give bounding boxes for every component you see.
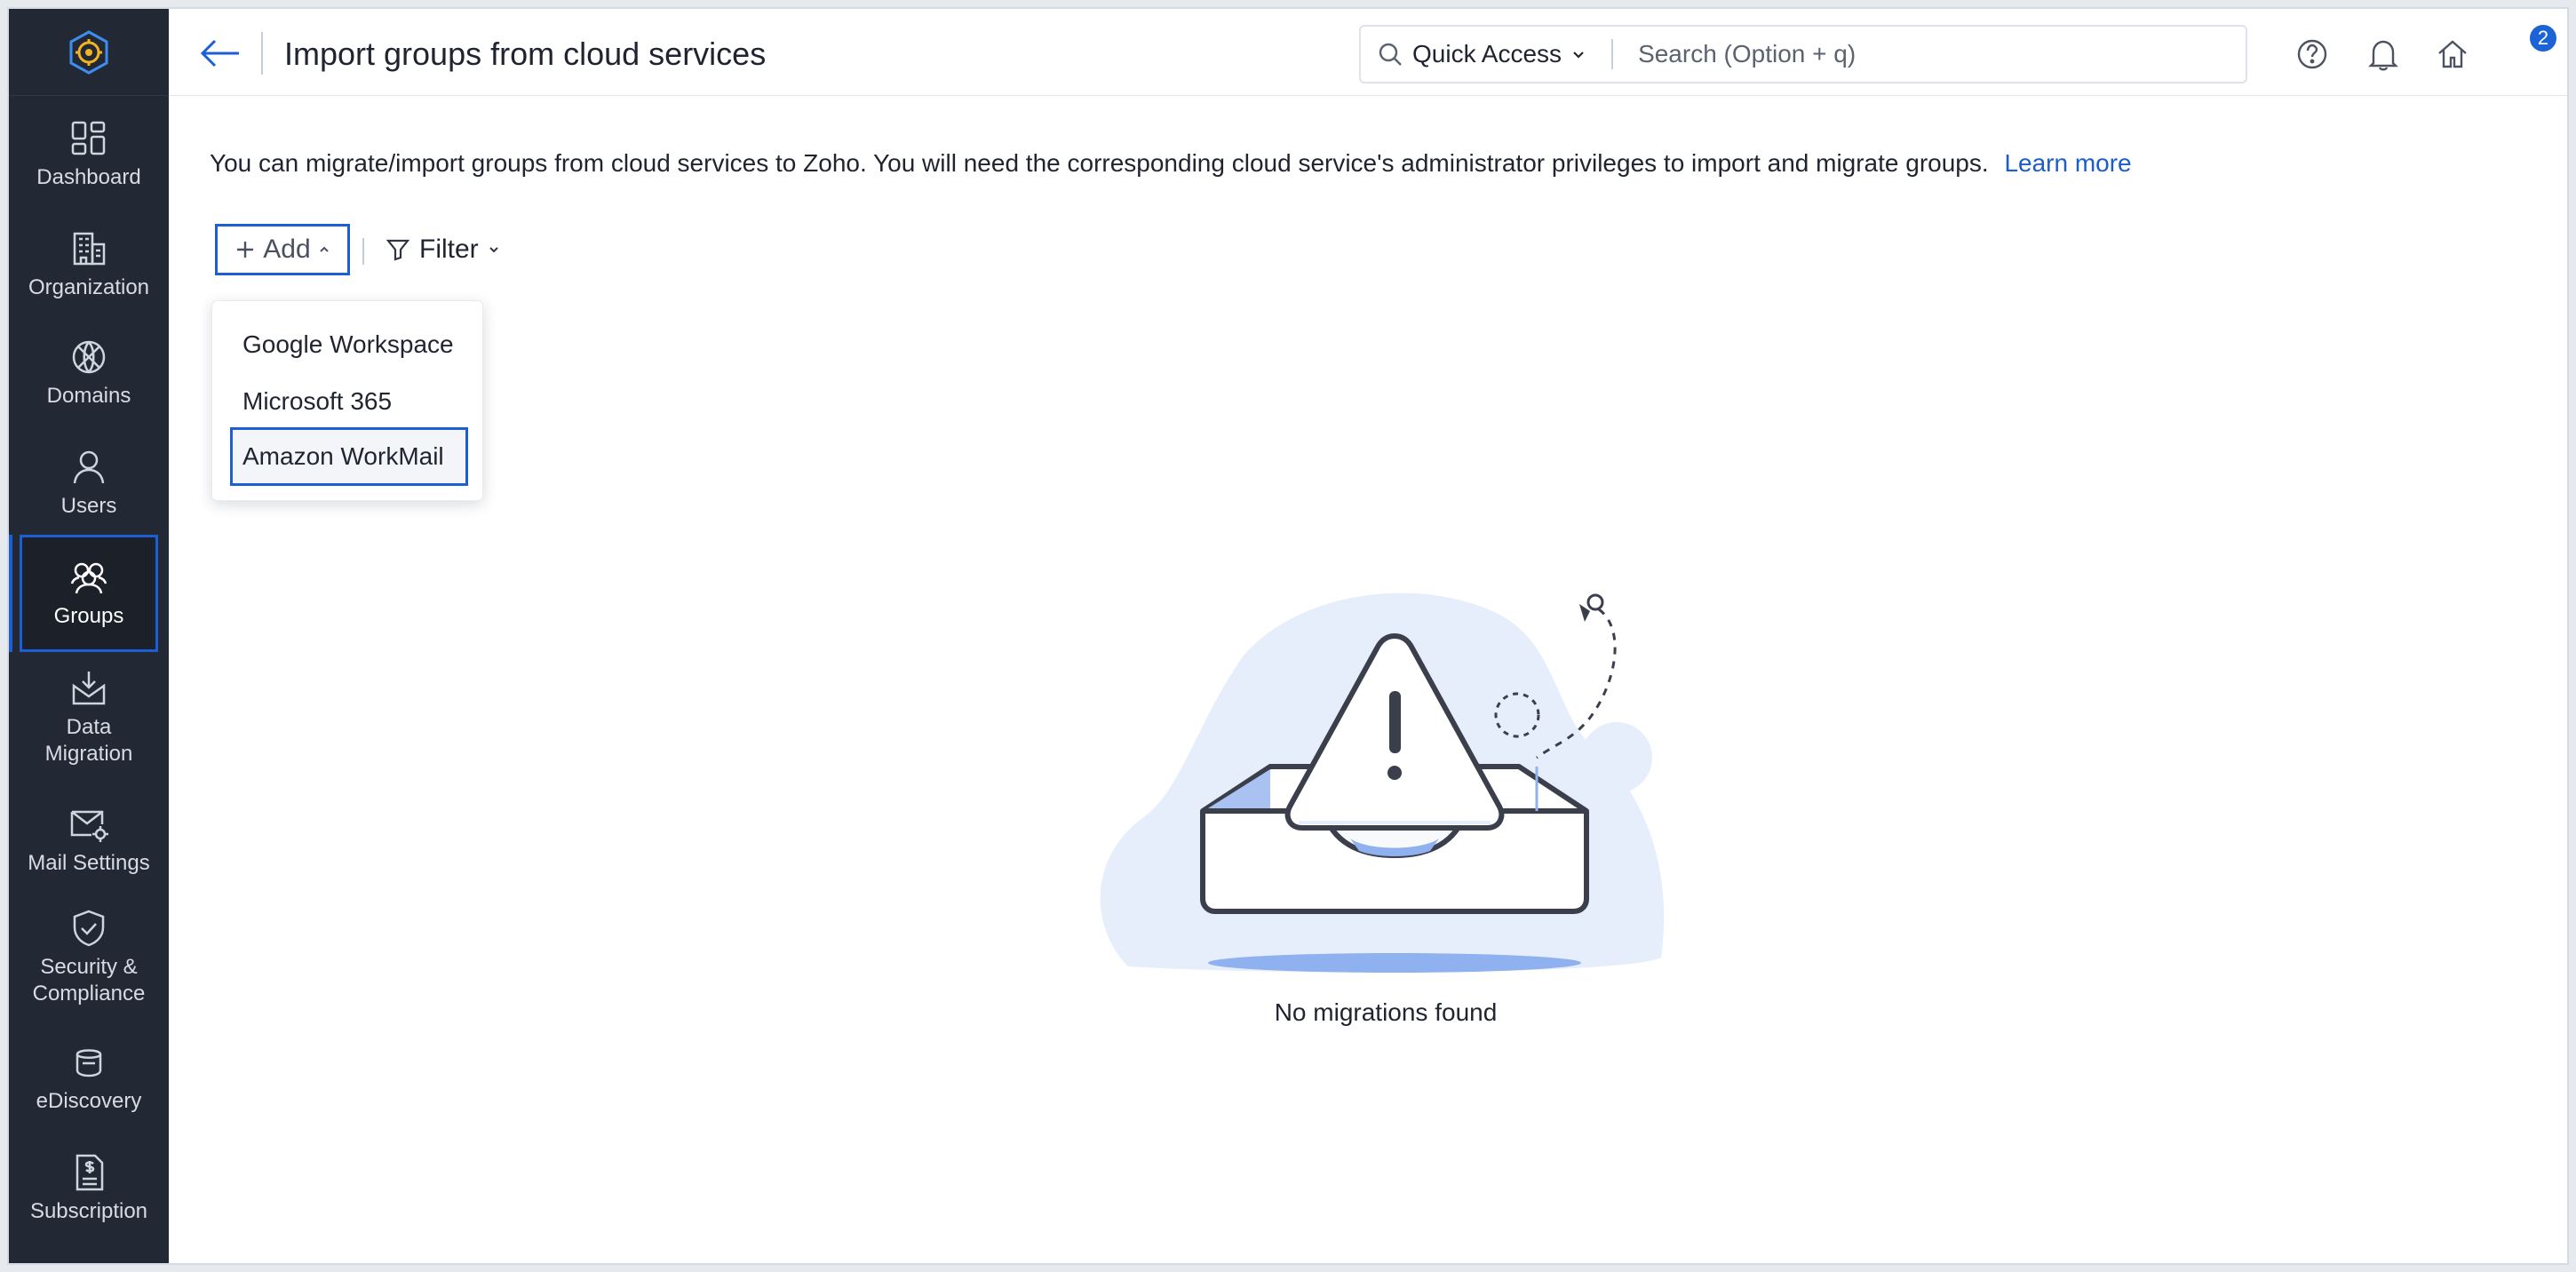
sidebar-item-label: Security & Compliance [32,955,146,1006]
filter-button[interactable]: Filter [386,229,500,270]
sidebar-item-mail-settings[interactable]: Mail Settings [20,794,158,886]
search-icon [1379,43,1402,66]
sidebar-item-label: Dashboard [36,165,141,189]
sidebar-item-subscription[interactable]: Subscription [20,1142,158,1235]
sidebar-item-data-migration[interactable]: Data Migration [20,663,158,773]
empty-state-illustration [1100,592,1665,973]
arrow-left-icon [200,39,239,68]
sidebar: Dashboard Organization Domains Users Gro… [9,9,169,1263]
sidebar-item-label: Subscription [29,1199,148,1223]
sidebar-item-label: Groups [53,604,124,628]
menu-item-microsoft-365[interactable]: Microsoft 365 [230,372,468,431]
sidebar-item-security-compliance[interactable]: Security & Compliance [20,902,158,1013]
mail-settings-icon [70,810,108,842]
main-content: You can migrate/import groups from cloud… [169,96,2567,1263]
add-button[interactable]: Add [215,224,350,275]
empty-state-message: No migrations found [1274,998,1498,1026]
menu-item-amazon-workmail[interactable]: Amazon WorkMail [230,427,468,486]
ediscovery-icon [76,1049,102,1077]
subscription-icon [76,1154,104,1191]
dashboard-icon [71,121,106,155]
sidebar-item-label: Mail Settings [28,851,150,875]
organization-icon [73,232,106,266]
search-input[interactable] [1638,40,2172,68]
active-indicator [9,535,12,652]
security-shield-icon [73,910,105,947]
sidebar-item-groups[interactable]: Groups [20,535,158,652]
back-button[interactable] [199,36,242,71]
help-button[interactable] [2294,36,2331,73]
add-button-label: Add [263,235,311,264]
notifications-button[interactable] [2365,36,2402,73]
top-header: Import groups from cloud services Quick … [169,9,2567,96]
menu-item-google-workspace[interactable]: Google Workspace [230,315,468,374]
chevron-down-icon [489,247,498,253]
quick-access-label: Quick Access [1412,40,1562,68]
sidebar-item-ediscovery[interactable]: eDiscovery [20,1032,158,1125]
intro-text: You can migrate/import groups from cloud… [210,149,1989,177]
quick-access-dropdown[interactable]: Quick Access [1361,27,1586,82]
notification-badge: 2 [2528,23,2558,53]
add-dropdown-menu: Google Workspace Microsoft 365 Amazon Wo… [211,300,483,501]
sidebar-item-label: eDiscovery [36,1089,142,1113]
bell-icon [2368,40,2398,71]
sidebar-item-domains[interactable]: Domains [20,327,158,419]
home-button[interactable] [2434,36,2471,73]
domains-icon [72,340,106,374]
title-divider [261,32,263,75]
plus-icon [237,242,254,258]
filter-button-label: Filter [419,235,479,264]
learn-more-link[interactable]: Learn more [2004,149,2131,177]
intro-text-row: You can migrate/import groups from cloud… [210,149,2132,178]
help-icon [2297,39,2327,69]
app-logo[interactable] [9,9,169,96]
search-bar: Quick Access [1359,25,2247,83]
data-migration-icon [72,672,106,705]
chevron-down-icon [1573,52,1584,59]
sidebar-item-users[interactable]: Users [20,437,158,529]
sidebar-item-organization[interactable]: Organization [20,219,158,311]
page-title: Import groups from cloud services [284,36,767,72]
search-separator [1611,39,1614,69]
home-icon [2438,40,2467,68]
sidebar-item-dashboard[interactable]: Dashboard [20,108,158,201]
chevron-up-icon [319,246,329,252]
admin-logo-icon [69,29,108,75]
sidebar-item-label: Users [60,494,117,518]
user-icon [73,450,105,484]
app-window: Dashboard Organization Domains Users Gro… [7,7,2569,1265]
toolbar-separator [362,238,364,265]
sidebar-item-label: Data Migration [44,715,133,766]
sidebar-item-label: Organization [28,275,150,299]
sidebar-item-label: Domains [46,384,131,408]
groups-icon [70,562,107,594]
filter-icon [386,239,410,261]
